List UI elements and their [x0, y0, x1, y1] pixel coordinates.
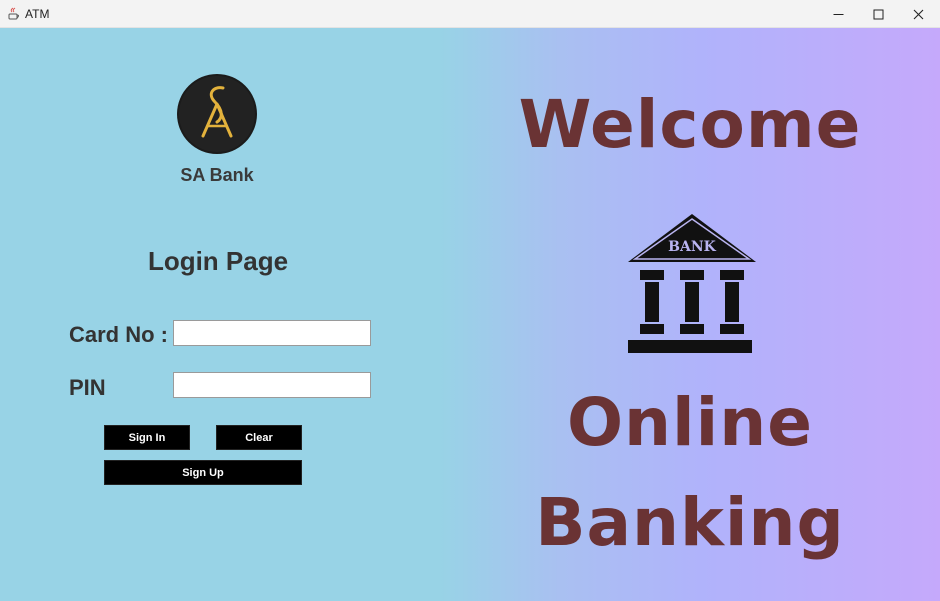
sa-bank-logo — [177, 74, 257, 154]
atm-window: ATM SA Bank Login Page Card No : PIN Sig… — [0, 0, 940, 601]
bank-building-icon: BANK — [628, 214, 756, 353]
sign-in-button[interactable]: Sign In — [104, 425, 190, 450]
minimize-icon — [833, 13, 843, 15]
pin-input[interactable] — [173, 372, 371, 398]
java-app-icon — [8, 7, 19, 20]
bank-sign-text: BANK — [668, 239, 716, 255]
title-bar: ATM — [0, 0, 940, 28]
pin-label: PIN — [69, 375, 106, 400]
card-number-input[interactable] — [173, 320, 371, 346]
banking-heading: Banking — [535, 484, 845, 561]
clear-button[interactable]: Clear — [216, 425, 302, 450]
window-title: ATM — [25, 7, 50, 21]
online-heading: Online — [566, 384, 814, 461]
bank-name: SA Bank — [180, 165, 254, 185]
close-button[interactable] — [898, 0, 938, 28]
card-number-label: Card No : — [69, 322, 168, 347]
welcome-heading: Welcome — [518, 86, 862, 163]
close-icon — [913, 9, 923, 19]
maximize-icon — [873, 9, 883, 19]
sign-up-button[interactable]: Sign Up — [104, 460, 302, 485]
login-page-title: Login Page — [147, 246, 289, 276]
maximize-button[interactable] — [858, 0, 898, 28]
minimize-button[interactable] — [818, 0, 858, 28]
main-panel: SA Bank Login Page Card No : PIN Sign In… — [0, 28, 940, 601]
